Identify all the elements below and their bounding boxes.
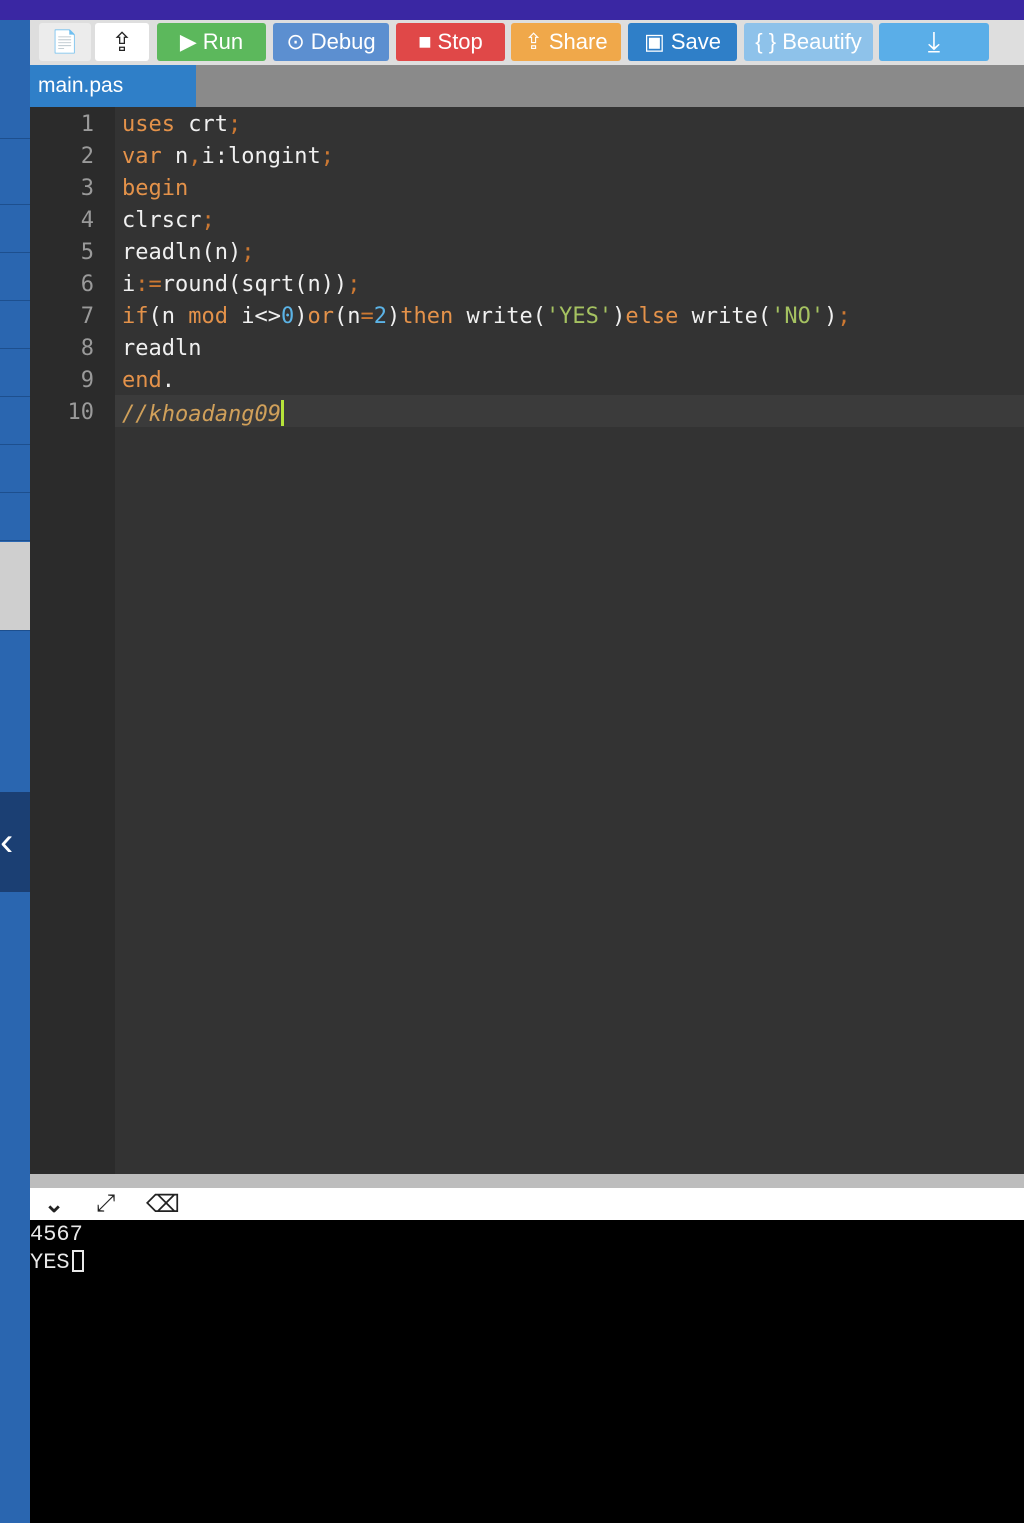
line-number: 1 (80, 112, 94, 137)
save-icon: ▣ (644, 29, 665, 54)
stop-button[interactable]: ■ Stop (396, 23, 505, 61)
console-line: YES (30, 1250, 84, 1275)
console-output[interactable]: 4567 YES (30, 1220, 1024, 1523)
chevron-down-icon[interactable]: ⌄ (44, 1190, 64, 1219)
sidebar-item[interactable] (0, 204, 30, 253)
share-icon: ⇪ (524, 29, 543, 54)
new-file-button[interactable]: 📄 (39, 23, 91, 61)
sidebar-item[interactable] (0, 492, 30, 541)
sidebar-item[interactable] (0, 138, 30, 205)
code-editor[interactable]: 1 2 3 4 5 6 7 8 9 10 uses crt; var n,i:l… (30, 107, 1024, 1174)
line-number-gutter: 1 2 3 4 5 6 7 8 9 10 (30, 107, 115, 1174)
line-number: 5 (80, 240, 94, 265)
share-label: Share (548, 29, 608, 54)
code-line: uses crt; (122, 112, 242, 137)
debug-icon: ⊙ (286, 29, 305, 54)
code-line: if(n mod i<>0)or(n=2)then write('YES')el… (122, 304, 851, 329)
text-cursor (280, 400, 284, 426)
code-line: end. (122, 368, 175, 393)
stop-icon: ■ (418, 29, 432, 54)
terminal-cursor (71, 1250, 84, 1272)
clear-console-icon[interactable]: ⌫ (146, 1190, 180, 1219)
code-line: readln (122, 336, 202, 361)
file-icon: 📄 (51, 29, 79, 54)
download-button[interactable]: ⤓ (879, 23, 989, 61)
window-top-bar (0, 0, 1024, 20)
sidebar-item[interactable] (0, 252, 30, 301)
console-line: 4567 (30, 1222, 83, 1247)
sidebar-item[interactable] (0, 396, 30, 445)
line-number: 7 (80, 304, 94, 329)
tab-main-pas[interactable]: main.pas (30, 65, 196, 107)
line-number: 4 (80, 208, 94, 233)
play-icon: ▶ (179, 29, 197, 54)
share-button[interactable]: ⇪ Share (511, 23, 621, 61)
sidebar-item[interactable] (0, 444, 30, 493)
line-number: 6 (80, 272, 94, 297)
upload-icon: ⇪ (111, 27, 133, 57)
download-icon: ⤓ (927, 26, 941, 57)
code-line: clrscr; (122, 208, 215, 233)
code-line: i:=round(sqrt(n)); (122, 272, 361, 297)
debug-label: Debug (310, 29, 376, 54)
line-number: 10 (67, 400, 95, 425)
line-number: 2 (80, 144, 94, 169)
panel-splitter[interactable] (30, 1174, 1024, 1188)
beautify-label: { } Beautify (755, 29, 862, 54)
code-line: readln(n); (122, 240, 255, 265)
file-tab-bar: main.pas (30, 65, 1024, 107)
line-number: 9 (80, 368, 94, 393)
expand-icon[interactable]: ⤢ (96, 1190, 115, 1218)
save-button[interactable]: ▣ Save (628, 23, 737, 61)
console-toolbar: ⌄ ⤢ ⌫ (30, 1188, 1024, 1220)
console-line-text: YES (30, 1250, 70, 1275)
stop-label: Stop (437, 29, 483, 54)
sidebar-scroll-thumb[interactable] (0, 542, 30, 631)
debug-button[interactable]: ⊙ Debug (273, 23, 389, 61)
upload-button[interactable]: ⇪ (95, 23, 149, 61)
run-button[interactable]: ▶ Run (157, 23, 266, 61)
left-sidebar (0, 20, 30, 1523)
toolbar: 📄 ⇪ ▶ Run ⊙ Debug ■ Stop ⇪ Share ▣ Save { } B… (30, 20, 1024, 65)
code-comment: //khoadang09 (122, 402, 281, 427)
code-line: //khoadang09 (122, 400, 284, 427)
chevron-left-icon: ‹ (0, 820, 14, 864)
code-line: begin (122, 176, 189, 201)
line-number: 3 (80, 176, 94, 201)
sidebar-item[interactable] (0, 348, 30, 397)
collapse-sidebar-button[interactable]: ‹ (0, 792, 30, 892)
sidebar-item[interactable] (0, 20, 30, 139)
line-number: 8 (80, 336, 94, 361)
sidebar-item[interactable] (0, 300, 30, 349)
beautify-button[interactable]: { } Beautify (744, 23, 873, 61)
run-label: Run (202, 29, 244, 54)
save-label: Save (670, 29, 721, 54)
code-line: var n,i:longint; (122, 144, 334, 169)
